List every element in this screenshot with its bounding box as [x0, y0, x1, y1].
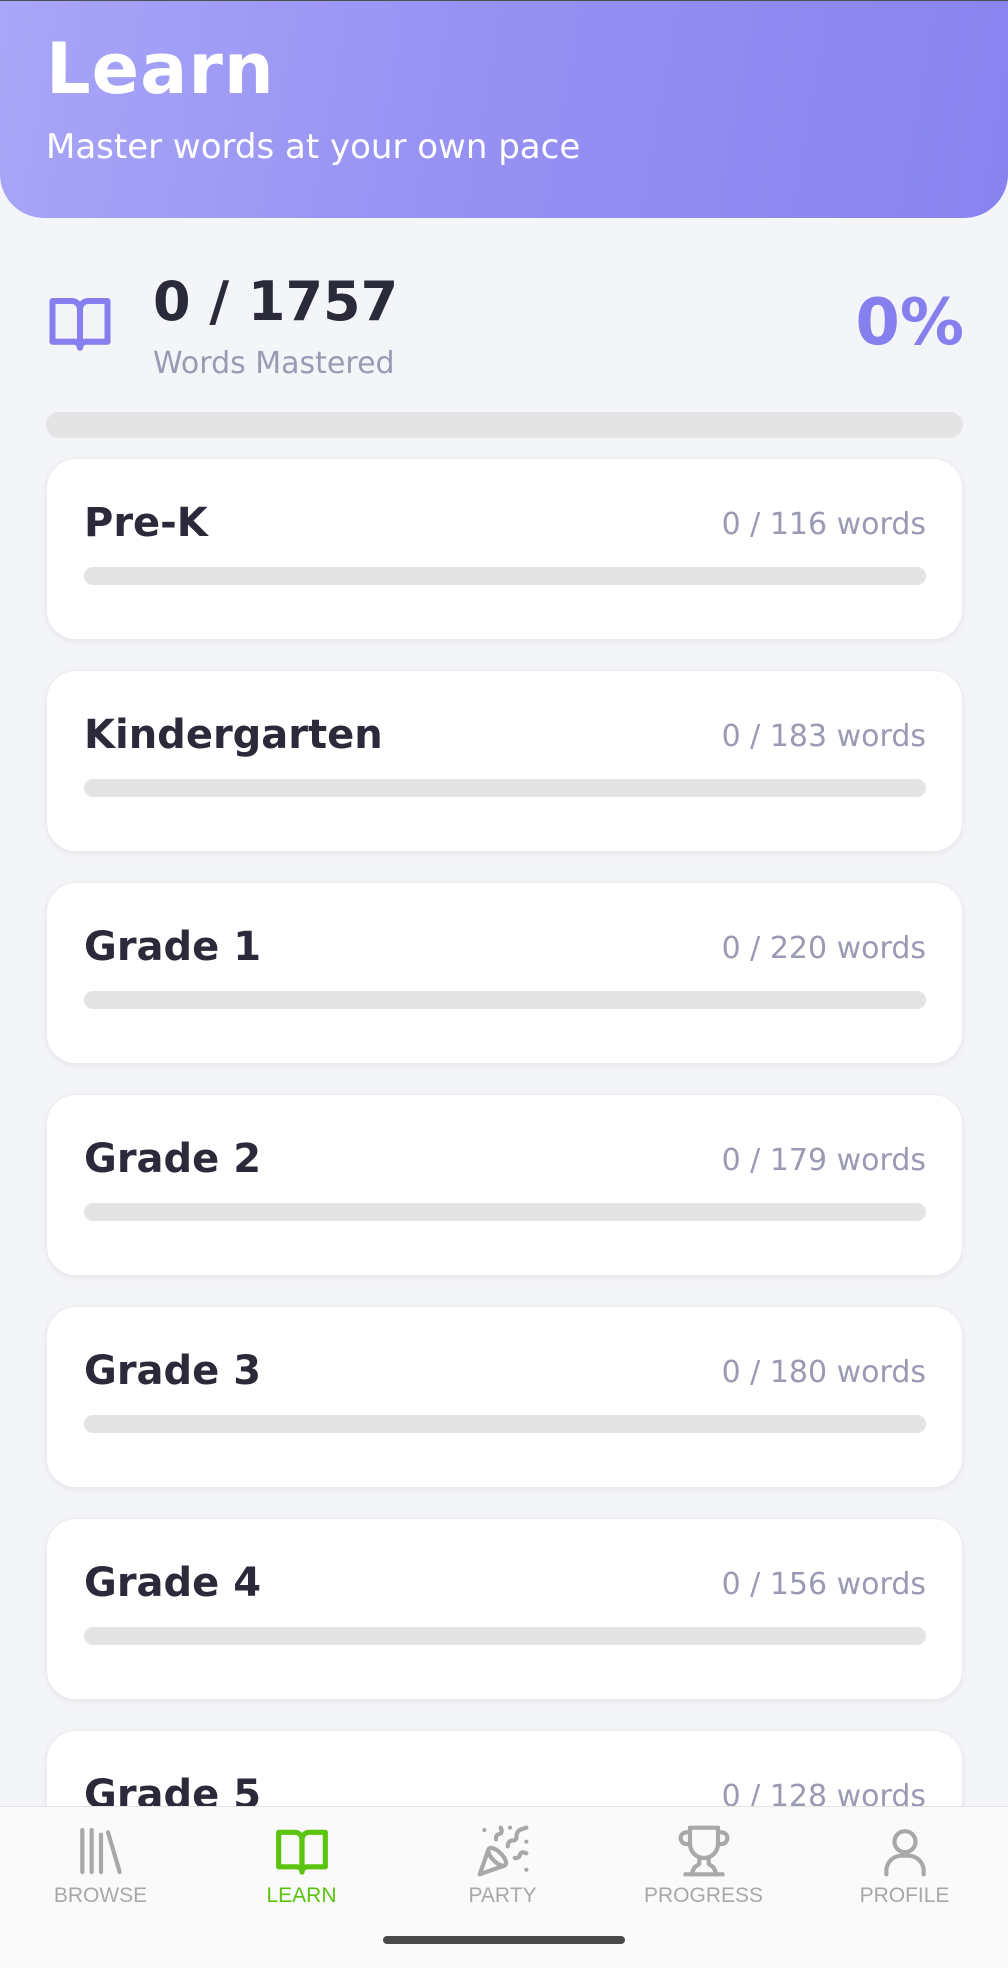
mastered-label: Words Mastered	[153, 346, 395, 381]
grade-card-kindergarten[interactable]: Kindergarten 0 / 183 words	[46, 670, 963, 852]
library-icon	[79, 1827, 122, 1875]
page-header: Learn Master words at your own pace	[0, 0, 1008, 218]
grade-card-grade-3[interactable]: Grade 3 0 / 180 words	[46, 1306, 963, 1488]
grade-word-count: 0 / 183 words	[721, 719, 926, 754]
mastery-summary: 0 / 1757 Words Mastered 0%	[0, 260, 1008, 400]
book-open-icon	[49, 297, 111, 351]
grade-name: Pre-K	[84, 500, 208, 546]
tab-browse[interactable]: BROWSE	[0, 1807, 201, 1927]
trophy-icon	[678, 1825, 729, 1877]
grade-name: Grade 1	[84, 924, 262, 970]
grade-word-count: 0 / 180 words	[721, 1355, 926, 1390]
tab-profile[interactable]: PROFILE	[804, 1807, 1005, 1927]
grade-list: Pre-K 0 / 116 words Kindergarten 0 / 183…	[46, 458, 963, 1942]
home-indicator[interactable]	[383, 1936, 625, 1944]
tab-learn[interactable]: LEARN	[201, 1807, 402, 1927]
grade-name: Grade 4	[84, 1560, 262, 1606]
user-icon	[883, 1829, 926, 1877]
grade-card-grade-1[interactable]: Grade 1 0 / 220 words	[46, 882, 963, 1064]
grade-progress-bar	[84, 1627, 926, 1645]
grade-progress-bar	[84, 779, 926, 797]
page-title: Learn	[46, 28, 275, 110]
tab-label: PROGRESS	[643, 1884, 764, 1907]
book-open-icon	[275, 1829, 328, 1875]
mastered-count: 0 / 1757	[153, 270, 399, 333]
mastered-percent: 0%	[855, 286, 964, 360]
party-popper-icon	[477, 1825, 528, 1877]
grade-progress-bar	[84, 1415, 926, 1433]
tab-progress[interactable]: PROGRESS	[603, 1807, 804, 1927]
grade-word-count: 0 / 116 words	[721, 507, 926, 542]
page-subtitle: Master words at your own pace	[46, 127, 581, 167]
grade-card-pre-k[interactable]: Pre-K 0 / 116 words	[46, 458, 963, 640]
grade-word-count: 0 / 179 words	[721, 1143, 926, 1178]
grade-name: Grade 2	[84, 1136, 262, 1182]
grade-card-grade-4[interactable]: Grade 4 0 / 156 words	[46, 1518, 963, 1700]
overall-progress-bar	[46, 412, 963, 438]
tab-label: PARTY	[468, 1884, 537, 1907]
tab-party[interactable]: PARTY	[402, 1807, 603, 1927]
grade-word-count: 0 / 156 words	[721, 1567, 926, 1602]
tab-label: PROFILE	[859, 1884, 950, 1907]
grade-card-grade-2[interactable]: Grade 2 0 / 179 words	[46, 1094, 963, 1276]
grade-progress-bar	[84, 991, 926, 1009]
grade-name: Kindergarten	[84, 712, 383, 758]
tab-label: BROWSE	[53, 1884, 148, 1907]
grade-progress-bar	[84, 1203, 926, 1221]
grade-progress-bar	[84, 567, 926, 585]
grade-name: Grade 3	[84, 1348, 262, 1394]
tab-label: LEARN	[266, 1884, 337, 1907]
grade-word-count: 0 / 220 words	[721, 931, 926, 966]
